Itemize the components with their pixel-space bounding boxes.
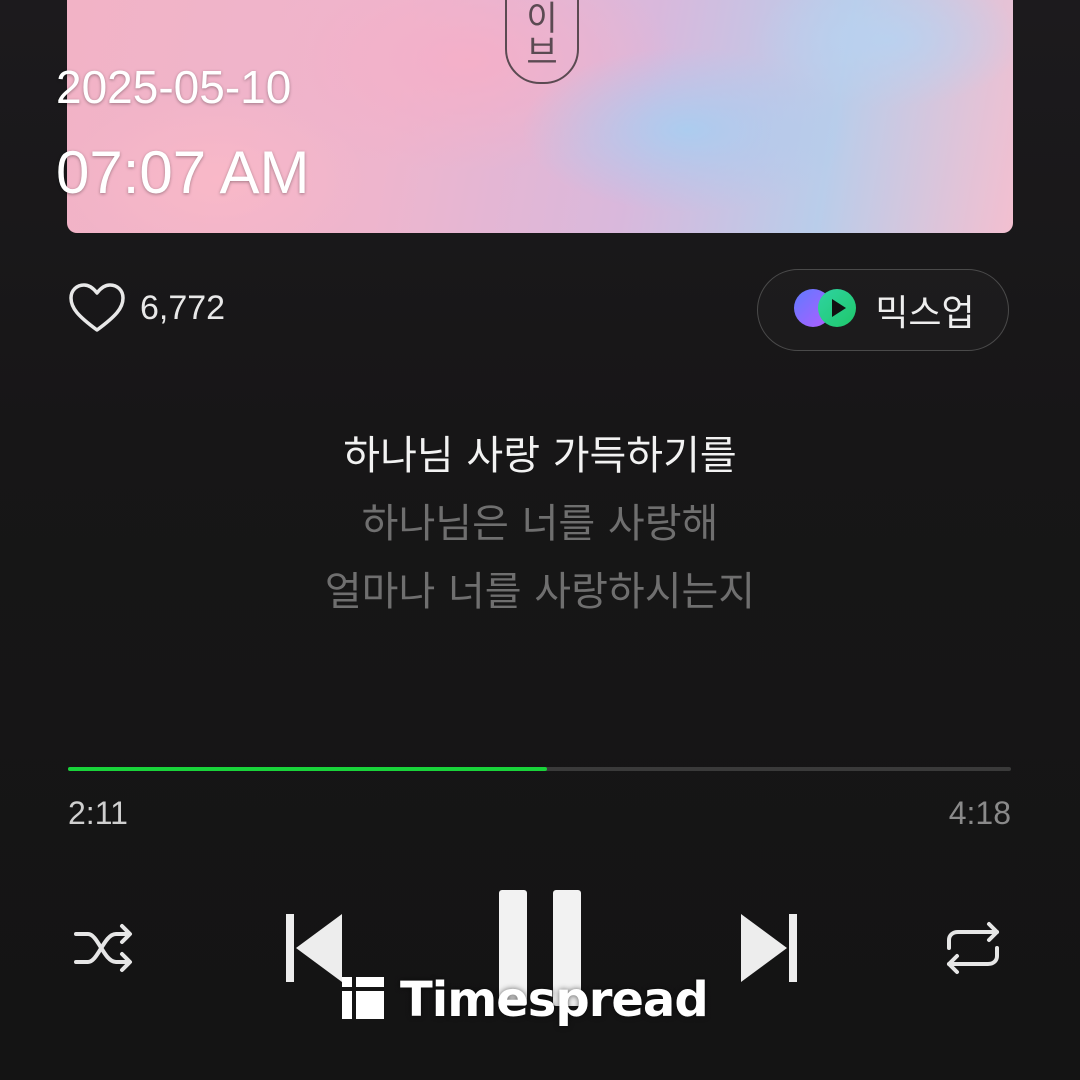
watermark-text: Timespread bbox=[400, 972, 709, 1028]
progress-fill bbox=[68, 767, 548, 771]
player-screen: 이 브 2025-05-10 07:07 AM 6,772 믹스업 하나님 사랑… bbox=[0, 0, 1080, 1080]
like-button[interactable]: 6,772 bbox=[68, 282, 225, 334]
mixup-label: 믹스업 bbox=[875, 293, 975, 334]
progress-bar[interactable] bbox=[68, 767, 1011, 771]
shuffle-icon bbox=[72, 920, 138, 980]
lyrics-panel[interactable]: 하나님 사랑 가득하기를 하나님은 너를 사랑해 얼마나 너를 사랑하시는지 bbox=[0, 422, 1080, 626]
repeat-button[interactable] bbox=[940, 918, 1006, 982]
mixup-icon bbox=[791, 286, 861, 334]
time-label: 07:07 AM bbox=[56, 139, 310, 206]
shuffle-button[interactable] bbox=[70, 918, 140, 982]
skip-next-icon bbox=[735, 910, 801, 990]
album-art-sign-text: 이 브 bbox=[526, 0, 558, 73]
like-count: 6,772 bbox=[140, 288, 226, 327]
watermark: Timespread bbox=[340, 970, 709, 1030]
lyric-current-line: 하나님 사랑 가득하기를 bbox=[343, 433, 737, 479]
date-time-overlay: 2025-05-10 07:07 AM bbox=[56, 60, 310, 207]
repeat-icon bbox=[941, 918, 1005, 982]
album-art-sign: 이 브 bbox=[505, 0, 579, 84]
heart-outline-icon bbox=[68, 282, 126, 334]
elapsed-time: 2:11 bbox=[68, 795, 128, 831]
total-time: 4:18 bbox=[948, 795, 1011, 831]
next-button[interactable] bbox=[735, 912, 801, 988]
lyric-next-line: 얼마나 너를 사랑하시는지 bbox=[324, 569, 756, 615]
skip-previous-icon bbox=[282, 910, 348, 990]
lyric-next-line: 하나님은 너를 사랑해 bbox=[361, 501, 719, 547]
mixup-button[interactable]: 믹스업 bbox=[757, 269, 1009, 351]
date-label: 2025-05-10 bbox=[56, 61, 292, 113]
timespread-logo-icon bbox=[340, 975, 386, 1025]
previous-button[interactable] bbox=[282, 912, 348, 988]
